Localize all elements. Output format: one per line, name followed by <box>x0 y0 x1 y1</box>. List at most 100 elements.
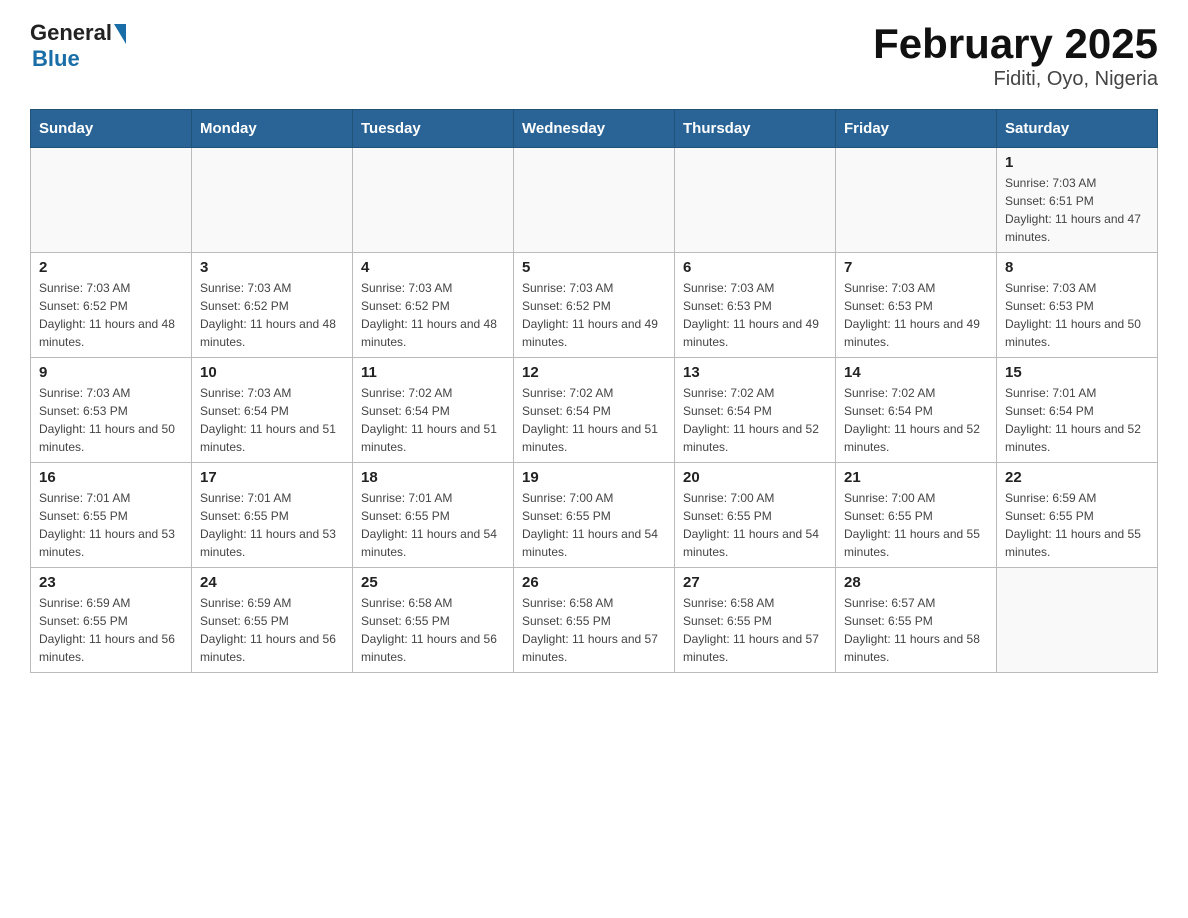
calendar-cell: 2Sunrise: 7:03 AM Sunset: 6:52 PM Daylig… <box>31 253 192 358</box>
day-info: Sunrise: 7:03 AM Sunset: 6:52 PM Dayligh… <box>522 279 666 351</box>
calendar-cell: 12Sunrise: 7:02 AM Sunset: 6:54 PM Dayli… <box>514 358 675 463</box>
day-info: Sunrise: 7:03 AM Sunset: 6:52 PM Dayligh… <box>200 279 344 351</box>
day-number: 4 <box>361 259 505 276</box>
calendar-cell: 24 Sunrise: 6:59 AM Sunset: 6:55 PM Dayli… <box>192 568 353 673</box>
calendar-cell: 10 Sunrise: 7:03 AM Sunset: 6:54 PM Dayli… <box>192 358 353 463</box>
calendar-table: SundayMondayTuesdayWednesdayThursdayFrid… <box>30 109 1158 673</box>
day-info: Sunrise: 6:59 AM Sunset: 6:55 PM Dayligh… <box>1005 489 1149 561</box>
day-info: Sunrise: 7:01 AM Sunset: 6:55 PM Dayligh… <box>361 489 505 561</box>
day-number: 10 <box>200 364 344 381</box>
day-number: 2 <box>39 259 183 276</box>
day-number: 8 <box>1005 259 1149 276</box>
day-number: 22 <box>1005 469 1149 486</box>
calendar-subtitle: Fiditi, Oyo, Nigeria <box>873 68 1158 91</box>
day-number: 17 <box>200 469 344 486</box>
calendar-cell: 16 Sunrise: 7:01 AM Sunset: 6:55 PM Dayli… <box>31 463 192 568</box>
day-number: 23 <box>39 574 183 591</box>
day-info: Sunrise: 6:58 AM Sunset: 6:55 PM Dayligh… <box>361 594 505 666</box>
calendar-header-row: SundayMondayTuesdayWednesdayThursdayFrid… <box>31 110 1158 148</box>
day-number: 15 <box>1005 364 1149 381</box>
day-number: 18 <box>361 469 505 486</box>
day-number: 27 <box>683 574 827 591</box>
day-number: 6 <box>683 259 827 276</box>
day-header-wednesday: Wednesday <box>514 110 675 148</box>
calendar-cell: 19 Sunrise: 7:00 AM Sunset: 6:55 PM Dayli… <box>514 463 675 568</box>
calendar-cell: 27 Sunrise: 6:58 AM Sunset: 6:55 PM Dayli… <box>675 568 836 673</box>
calendar-cell: 20Sunrise: 7:00 AM Sunset: 6:55 PM Dayli… <box>675 463 836 568</box>
day-header-tuesday: Tuesday <box>353 110 514 148</box>
day-number: 11 <box>361 364 505 381</box>
day-number: 21 <box>844 469 988 486</box>
day-number: 19 <box>522 469 666 486</box>
calendar-cell: 1 Sunrise: 7:03 AM Sunset: 6:51 PM Daylig… <box>997 148 1158 253</box>
day-info: Sunrise: 7:03 AM Sunset: 6:52 PM Dayligh… <box>361 279 505 351</box>
day-info: Sunrise: 7:00 AM Sunset: 6:55 PM Dayligh… <box>844 489 988 561</box>
day-number: 20 <box>683 469 827 486</box>
title-block: February 2025 Fiditi, Oyo, Nigeria <box>873 20 1158 91</box>
calendar-cell: 5Sunrise: 7:03 AM Sunset: 6:52 PM Daylig… <box>514 253 675 358</box>
calendar-title: February 2025 <box>873 20 1158 68</box>
day-number: 16 <box>39 469 183 486</box>
calendar-cell: 3 Sunrise: 7:03 AM Sunset: 6:52 PM Daylig… <box>192 253 353 358</box>
day-info: Sunrise: 6:58 AM Sunset: 6:55 PM Dayligh… <box>522 594 666 666</box>
day-info: Sunrise: 7:01 AM Sunset: 6:55 PM Dayligh… <box>39 489 183 561</box>
calendar-week-row: 1 Sunrise: 7:03 AM Sunset: 6:51 PM Daylig… <box>31 148 1158 253</box>
calendar-cell: 9 Sunrise: 7:03 AM Sunset: 6:53 PM Daylig… <box>31 358 192 463</box>
day-info: Sunrise: 7:02 AM Sunset: 6:54 PM Dayligh… <box>844 384 988 456</box>
calendar-cell <box>997 568 1158 673</box>
calendar-cell: 26 Sunrise: 6:58 AM Sunset: 6:55 PM Dayli… <box>514 568 675 673</box>
day-header-monday: Monday <box>192 110 353 148</box>
day-number: 1 <box>1005 154 1149 171</box>
calendar-cell <box>192 148 353 253</box>
calendar-week-row: 9 Sunrise: 7:03 AM Sunset: 6:53 PM Daylig… <box>31 358 1158 463</box>
logo-blue-text: Blue <box>32 46 80 72</box>
calendar-cell: 14 Sunrise: 7:02 AM Sunset: 6:54 PM Dayli… <box>836 358 997 463</box>
calendar-week-row: 16 Sunrise: 7:01 AM Sunset: 6:55 PM Dayli… <box>31 463 1158 568</box>
day-info: Sunrise: 7:03 AM Sunset: 6:53 PM Dayligh… <box>1005 279 1149 351</box>
calendar-week-row: 2 Sunrise: 7:03 AM Sunset: 6:52 PM Daylig… <box>31 253 1158 358</box>
day-number: 9 <box>39 364 183 381</box>
calendar-cell <box>836 148 997 253</box>
day-info: Sunrise: 7:01 AM Sunset: 6:54 PM Dayligh… <box>1005 384 1149 456</box>
calendar-cell: 17 Sunrise: 7:01 AM Sunset: 6:55 PM Dayli… <box>192 463 353 568</box>
day-header-thursday: Thursday <box>675 110 836 148</box>
day-number: 12 <box>522 364 666 381</box>
day-number: 14 <box>844 364 988 381</box>
day-info: Sunrise: 7:03 AM Sunset: 6:53 PM Dayligh… <box>683 279 827 351</box>
calendar-cell <box>31 148 192 253</box>
calendar-cell: 13Sunrise: 7:02 AM Sunset: 6:54 PM Dayli… <box>675 358 836 463</box>
calendar-week-row: 23 Sunrise: 6:59 AM Sunset: 6:55 PM Dayli… <box>31 568 1158 673</box>
calendar-cell: 28Sunrise: 6:57 AM Sunset: 6:55 PM Dayli… <box>836 568 997 673</box>
calendar-cell: 15 Sunrise: 7:01 AM Sunset: 6:54 PM Dayli… <box>997 358 1158 463</box>
calendar-cell <box>675 148 836 253</box>
calendar-cell: 7Sunrise: 7:03 AM Sunset: 6:53 PM Daylig… <box>836 253 997 358</box>
calendar-cell: 18 Sunrise: 7:01 AM Sunset: 6:55 PM Dayli… <box>353 463 514 568</box>
calendar-cell <box>514 148 675 253</box>
calendar-cell <box>353 148 514 253</box>
day-info: Sunrise: 7:03 AM Sunset: 6:54 PM Dayligh… <box>200 384 344 456</box>
calendar-cell: 21 Sunrise: 7:00 AM Sunset: 6:55 PM Dayli… <box>836 463 997 568</box>
day-info: Sunrise: 7:01 AM Sunset: 6:55 PM Dayligh… <box>200 489 344 561</box>
page-header: General Blue February 2025 Fiditi, Oyo, … <box>30 20 1158 91</box>
day-info: Sunrise: 7:03 AM Sunset: 6:53 PM Dayligh… <box>39 384 183 456</box>
day-header-sunday: Sunday <box>31 110 192 148</box>
day-number: 3 <box>200 259 344 276</box>
calendar-cell: 4 Sunrise: 7:03 AM Sunset: 6:52 PM Daylig… <box>353 253 514 358</box>
day-info: Sunrise: 7:03 AM Sunset: 6:51 PM Dayligh… <box>1005 174 1149 246</box>
calendar-cell: 11 Sunrise: 7:02 AM Sunset: 6:54 PM Dayli… <box>353 358 514 463</box>
day-header-saturday: Saturday <box>997 110 1158 148</box>
calendar-cell: 25Sunrise: 6:58 AM Sunset: 6:55 PM Dayli… <box>353 568 514 673</box>
day-info: Sunrise: 6:58 AM Sunset: 6:55 PM Dayligh… <box>683 594 827 666</box>
day-number: 26 <box>522 574 666 591</box>
calendar-cell: 22 Sunrise: 6:59 AM Sunset: 6:55 PM Dayli… <box>997 463 1158 568</box>
day-info: Sunrise: 7:02 AM Sunset: 6:54 PM Dayligh… <box>361 384 505 456</box>
day-info: Sunrise: 7:00 AM Sunset: 6:55 PM Dayligh… <box>522 489 666 561</box>
day-info: Sunrise: 7:03 AM Sunset: 6:53 PM Dayligh… <box>844 279 988 351</box>
logo-general-text: General <box>30 20 112 46</box>
calendar-cell: 8 Sunrise: 7:03 AM Sunset: 6:53 PM Daylig… <box>997 253 1158 358</box>
logo-arrow-icon <box>114 24 126 44</box>
day-info: Sunrise: 6:59 AM Sunset: 6:55 PM Dayligh… <box>200 594 344 666</box>
day-number: 24 <box>200 574 344 591</box>
day-info: Sunrise: 6:59 AM Sunset: 6:55 PM Dayligh… <box>39 594 183 666</box>
calendar-cell: 6 Sunrise: 7:03 AM Sunset: 6:53 PM Daylig… <box>675 253 836 358</box>
